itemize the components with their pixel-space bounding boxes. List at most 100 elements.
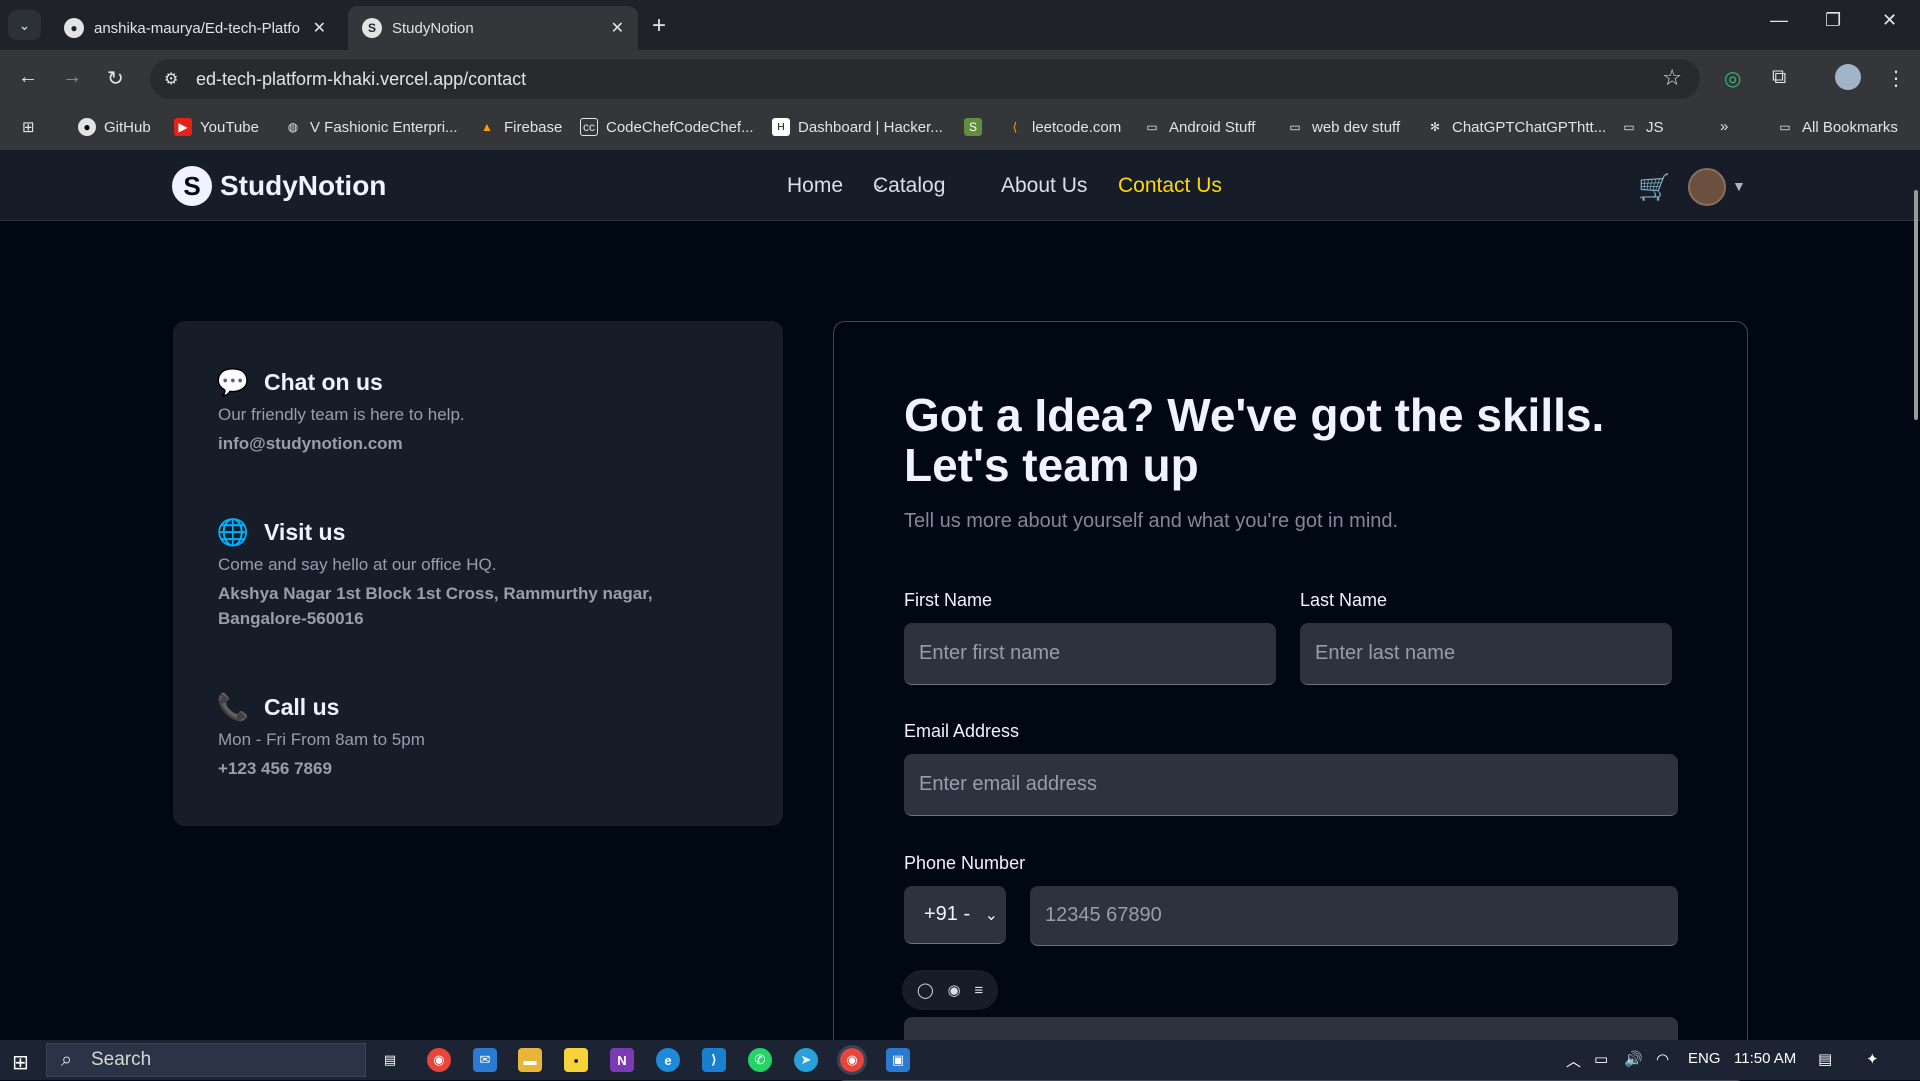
nav-home[interactable]: Home: [787, 174, 843, 198]
bookmark-hackerrank[interactable]: H Dashboard | Hacker...: [772, 118, 943, 136]
onenote-icon[interactable]: N: [610, 1048, 634, 1072]
bookmark-vfashionic[interactable]: ◍ V Fashionic Enterpri...: [284, 118, 458, 136]
whatsapp-icon[interactable]: ✆: [748, 1048, 772, 1072]
page-scrollbar[interactable]: [1914, 190, 1918, 420]
bookmark-leetcode[interactable]: ⟨ leetcode.com: [1006, 118, 1122, 136]
comment-icon[interactable]: ◯: [917, 981, 934, 999]
nav-about[interactable]: About Us: [1001, 174, 1087, 198]
site-info-icon[interactable]: ⚙: [164, 69, 178, 89]
battery-icon[interactable]: ▭: [1594, 1050, 1608, 1068]
last-name-input[interactable]: Enter last name: [1300, 623, 1672, 685]
github-icon: ●: [64, 18, 84, 38]
telegram-icon[interactable]: ➤: [794, 1048, 818, 1072]
paint-icon[interactable]: ▣: [886, 1048, 910, 1072]
floating-toolbar: ◯ ◉ ≡: [902, 970, 998, 1010]
bookmark-web-dev-stuff[interactable]: ▭ web dev stuff: [1286, 118, 1400, 136]
contact-info-card: 💬 Chat on us Our friendly team is here to…: [173, 321, 783, 826]
eye-icon[interactable]: ◉: [947, 981, 960, 999]
bookmark-js[interactable]: ▭ JS: [1620, 118, 1663, 136]
taskbar-search-label: Search: [91, 1049, 152, 1070]
cart-icon[interactable]: 🛒: [1638, 172, 1670, 203]
chrome-active-icon[interactable]: ◉: [837, 1045, 867, 1075]
all-bookmarks[interactable]: ▭ All Bookmarks: [1776, 118, 1898, 136]
new-tab-icon[interactable]: +: [652, 12, 666, 40]
edge-icon[interactable]: e: [656, 1048, 680, 1072]
close-window-icon[interactable]: ✕: [1882, 10, 1897, 31]
call-block: 📞 Call us Mon - Fri From 8am to 5pm +123 …: [216, 691, 688, 781]
folder-icon: ▭: [1289, 120, 1301, 134]
tray-chevron-icon[interactable]: ︿: [1566, 1050, 1581, 1071]
bookmark-github[interactable]: ● GitHub: [78, 118, 151, 136]
task-view-icon[interactable]: ▤: [378, 1048, 402, 1072]
bookmark-label: V Fashionic Enterpri...: [310, 118, 458, 136]
call-hours: Mon - Fri From 8am to 5pm: [218, 730, 425, 749]
more-bookmarks-icon[interactable]: »: [1720, 118, 1728, 135]
profile-avatar[interactable]: [1835, 64, 1861, 90]
browser-tab-studynotion[interactable]: S StudyNotion ✕: [348, 6, 638, 50]
form-subheading: Tell us more about yourself and what you…: [904, 510, 1399, 532]
chat-title: Chat on us: [264, 368, 383, 395]
country-code-select[interactable]: +91 - ⌄: [904, 886, 1006, 944]
phone-icon: 📞: [216, 691, 250, 722]
visit-address: Akshya Nagar 1st Block 1st Cross, Rammur…: [218, 584, 653, 628]
restore-icon[interactable]: ❐: [1825, 10, 1841, 31]
bookmark-star-icon[interactable]: ☆: [1662, 65, 1682, 91]
phone-input[interactable]: 12345 67890: [1030, 886, 1678, 946]
bookmark-android-stuff[interactable]: ▭ Android Stuff: [1143, 118, 1255, 136]
taskbar-search[interactable]: ⌕ Search: [46, 1043, 366, 1077]
chrome-icon[interactable]: ◉: [427, 1048, 451, 1072]
windows-start-icon[interactable]: ⊞: [12, 1050, 29, 1075]
clock[interactable]: 11:50 AM: [1734, 1050, 1796, 1067]
vscode-icon[interactable]: ⟩: [702, 1048, 726, 1072]
close-icon[interactable]: ✕: [611, 18, 624, 38]
menu-icon[interactable]: ⋮: [1886, 66, 1906, 91]
tab-search-button[interactable]: ⌄: [8, 10, 41, 40]
browser-tab-github[interactable]: ● anshika-maurya/Ed-tech-Platfo ✕: [50, 6, 340, 50]
first-name-label: First Name: [904, 590, 993, 610]
browser-toolbar: ← → ↻ ⚙ ed-tech-platform-khaki.vercel.ap…: [0, 50, 1920, 108]
bookmark-codechef[interactable]: cc CodeChefCodeChef...: [580, 118, 754, 136]
bookmark-youtube[interactable]: ▶ YouTube: [174, 118, 259, 136]
copilot-icon[interactable]: ✦: [1866, 1050, 1879, 1068]
chevron-down-icon: ⌄: [18, 16, 31, 33]
bookmark-label: Android Stuff: [1169, 118, 1256, 136]
nav-contact[interactable]: Contact Us: [1118, 174, 1222, 198]
chat-description: Our friendly team is here to help.: [218, 405, 465, 424]
call-number: +123 456 7869: [218, 759, 332, 778]
user-avatar[interactable]: [1688, 168, 1726, 206]
list-icon[interactable]: ≡: [974, 982, 983, 999]
bookmark-shopify[interactable]: S: [964, 118, 990, 136]
forward-icon[interactable]: →: [62, 66, 82, 89]
file-explorer-icon[interactable]: ▬: [518, 1048, 542, 1072]
minimize-icon[interactable]: —: [1770, 10, 1788, 31]
bookmark-chatgpt[interactable]: ✻ ChatGPTChatGPThtt...: [1426, 118, 1606, 136]
volume-icon[interactable]: 🔊: [1624, 1050, 1643, 1068]
grammarly-icon[interactable]: ◎: [1724, 66, 1741, 91]
back-icon[interactable]: ←: [18, 66, 38, 89]
caret-down-icon[interactable]: ▼: [1732, 178, 1746, 194]
site-logo[interactable]: S StudyNotion: [172, 166, 386, 206]
notifications-icon[interactable]: ▤: [1818, 1050, 1832, 1068]
reload-icon[interactable]: ↻: [107, 66, 124, 91]
mail-icon[interactable]: ✉: [473, 1048, 497, 1072]
visit-block: 🌐 Visit us Come and say hello at our offi…: [217, 517, 688, 631]
visit-description: Come and say hello at our office HQ.: [218, 555, 497, 574]
bookmark-label: GitHub: [104, 118, 151, 136]
close-icon[interactable]: ✕: [313, 18, 326, 38]
sticky-notes-icon[interactable]: ▪: [564, 1048, 588, 1072]
bookmarks-bar: ⊞ ● GitHub ▶ YouTube ◍ V Fashionic Enterpri…: [0, 108, 1920, 150]
bookmark-firebase[interactable]: ▲ Firebase: [478, 118, 562, 136]
form-heading: Got a Idea? We've got the skills. Let's …: [904, 389, 1605, 491]
first-name-input[interactable]: Enter first name: [904, 623, 1276, 685]
youtube-icon: ▶: [174, 118, 192, 136]
address-bar[interactable]: ⚙ ed-tech-platform-khaki.vercel.app/cont…: [150, 59, 1700, 99]
extensions-icon[interactable]: ⧉: [1772, 66, 1786, 89]
brand-name: StudyNotion: [220, 170, 387, 201]
call-title: Call us: [264, 693, 340, 720]
language-indicator[interactable]: ENG: [1688, 1050, 1721, 1067]
tab-title: StudyNotion: [392, 19, 474, 37]
wifi-icon[interactable]: ◠: [1656, 1050, 1669, 1068]
windows-taskbar: ⊞ ⌕ Search ▤ ◉ ✉ ▬ ▪ N e ⟩ ✆ ➤ ◉ ▣ ︿ ▭ 🔊…: [0, 1040, 1920, 1080]
apps-icon[interactable]: ⊞: [22, 118, 35, 136]
email-input[interactable]: Enter email address: [904, 754, 1678, 816]
